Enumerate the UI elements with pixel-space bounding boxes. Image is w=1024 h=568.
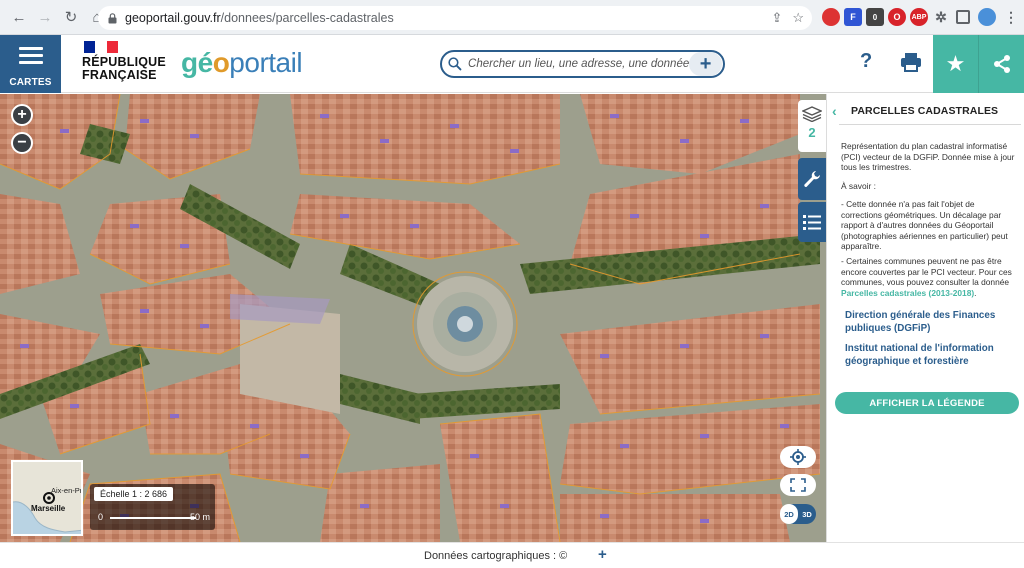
printer-icon bbox=[901, 53, 921, 72]
republique-francaise-logo[interactable]: RÉPUBLIQUE FRANÇAISE bbox=[82, 41, 166, 82]
hamburger-icon bbox=[18, 43, 43, 68]
extension-eye-icon[interactable]: 0 bbox=[866, 8, 884, 26]
advanced-search-button[interactable]: + bbox=[689, 52, 722, 76]
parcelles-2013-2018-link[interactable]: Parcelles cadastrales (2013-2018) bbox=[841, 288, 974, 298]
extensions-puzzle-icon[interactable]: ✲ bbox=[932, 8, 950, 26]
search-input[interactable]: Chercher un lieu, une adresse, une donné… bbox=[468, 58, 689, 70]
tools-tab[interactable] bbox=[798, 158, 826, 200]
share-button[interactable] bbox=[978, 35, 1024, 93]
note-coverage-text: - Certaines communes peuvent ne pas être… bbox=[841, 256, 1012, 287]
list-icon bbox=[803, 215, 821, 230]
aerial-imagery bbox=[0, 94, 826, 542]
footer-bar: Données cartographiques : © + bbox=[0, 542, 1024, 568]
geolocate-button[interactable] bbox=[780, 446, 816, 468]
search-box[interactable]: Chercher un lieu, une adresse, une donné… bbox=[440, 50, 725, 78]
logo-portail: portail bbox=[229, 47, 303, 78]
reload-icon[interactable]: ↻ bbox=[60, 6, 82, 28]
extension-opera-icon[interactable]: O bbox=[888, 8, 906, 26]
map-canvas[interactable]: + − Aix-en-Pr Marseille Échelle 1 : 2 68… bbox=[0, 94, 826, 542]
browser-menu-icon[interactable]: ⋮ bbox=[1002, 8, 1020, 26]
crosshair-icon bbox=[790, 449, 806, 465]
mode-3d-button[interactable]: 3D bbox=[798, 504, 816, 524]
panel-divider bbox=[839, 124, 1021, 125]
share-page-icon[interactable]: ⇪ bbox=[771, 10, 782, 26]
layers-stack-icon bbox=[802, 106, 822, 122]
back-arrow-icon[interactable]: ← bbox=[8, 6, 30, 28]
note-coverage-end: . bbox=[974, 287, 977, 298]
address-bar[interactable]: geoportail.gouv.fr/donnees/parcelles-cad… bbox=[98, 6, 812, 30]
map-credits: Données cartographiques : © bbox=[424, 550, 568, 562]
show-legend-button[interactable]: AFFICHER LA LÉGENDE bbox=[835, 392, 1019, 414]
note-geometry: - Cette donnée n'a pas fait l'objet de c… bbox=[841, 199, 1008, 251]
view-mode-switch[interactable]: 2D 3D bbox=[780, 504, 816, 524]
scale-ratio: Échelle 1 : 2 686 bbox=[94, 487, 174, 501]
layer-description: Représentation du plan cadastral informa… bbox=[841, 141, 1015, 172]
know-heading: À savoir : bbox=[841, 181, 876, 191]
logo-o: o bbox=[212, 47, 230, 78]
catalog-tab[interactable] bbox=[798, 202, 826, 242]
zoom-out-button[interactable]: − bbox=[11, 132, 33, 154]
minimap-label-aix: Aix-en-Pr bbox=[51, 486, 83, 495]
browser-toolbar: ← → ↻ ⌂ geoportail.gouv.fr/donnees/parce… bbox=[0, 0, 1024, 35]
profile-avatar[interactable] bbox=[978, 8, 996, 26]
star-icon: ★ bbox=[945, 51, 966, 76]
extension-f-icon[interactable]: F bbox=[844, 8, 862, 26]
scale-indicator: Échelle 1 : 2 686 0 50 m bbox=[90, 484, 215, 530]
chevron-left-icon[interactable]: ‹ bbox=[832, 103, 837, 119]
zoom-in-button[interactable]: + bbox=[11, 104, 33, 126]
favorites-button[interactable]: ★ bbox=[933, 35, 978, 93]
maps-menu-label: CARTES bbox=[9, 77, 52, 88]
bookmark-star-icon[interactable]: ☆ bbox=[792, 10, 804, 26]
scale-zero: 0 bbox=[98, 512, 104, 522]
help-button[interactable]: ? bbox=[860, 50, 872, 73]
url-host: geoportail.gouv.fr bbox=[125, 11, 221, 25]
sidebar-toggle-icon[interactable] bbox=[956, 10, 970, 24]
logo-geo: gé bbox=[181, 47, 213, 78]
overview-minimap[interactable]: Aix-en-Pr Marseille bbox=[11, 460, 83, 536]
dgfip-link[interactable]: Direction générale des Finances publique… bbox=[845, 310, 1021, 335]
scale-distance: 50 m bbox=[190, 512, 211, 522]
extension-abp-icon[interactable]: ABP bbox=[910, 8, 928, 26]
extension-badge: 0 bbox=[872, 12, 878, 22]
rf-line-2: FRANÇAISE bbox=[82, 68, 157, 82]
panel-title: PARCELLES CADASTRALES bbox=[851, 105, 999, 117]
app-header: CARTES RÉPUBLIQUE FRANÇAISE géoportail C… bbox=[0, 35, 1024, 93]
scale-bar bbox=[110, 517, 196, 519]
forward-arrow-icon[interactable]: → bbox=[34, 6, 56, 28]
minimap-label-marseille: Marseille bbox=[31, 504, 66, 513]
print-button[interactable] bbox=[900, 51, 922, 78]
extension-pokeball-icon[interactable] bbox=[822, 8, 840, 26]
ign-link[interactable]: Institut national de l'information géogr… bbox=[845, 343, 1021, 368]
note-coverage: - Certaines communes peuvent ne pas être… bbox=[841, 256, 1017, 298]
mode-2d-button[interactable]: 2D bbox=[780, 504, 798, 524]
layer-info-panel: ‹ PARCELLES CADASTRALES Représentation d… bbox=[826, 94, 1024, 542]
fullscreen-button[interactable] bbox=[780, 474, 816, 496]
geoportail-logo[interactable]: géoportail bbox=[181, 47, 303, 79]
app-root: ← → ↻ ⌂ geoportail.gouv.fr/donnees/parce… bbox=[0, 0, 1024, 568]
search-icon bbox=[448, 57, 462, 71]
layers-count: 2 bbox=[808, 125, 816, 140]
wrench-icon bbox=[804, 171, 820, 187]
url-path: /donnees/parcelles-cadastrales bbox=[220, 11, 394, 25]
credits-expand-button[interactable]: + bbox=[598, 546, 607, 563]
expand-arrows-icon bbox=[790, 478, 806, 492]
lock-icon bbox=[108, 12, 117, 23]
maps-menu-button[interactable]: CARTES bbox=[0, 35, 61, 93]
french-flag-icon bbox=[84, 41, 118, 53]
share-icon bbox=[993, 55, 1010, 73]
layers-tab[interactable]: 2 bbox=[798, 100, 826, 152]
